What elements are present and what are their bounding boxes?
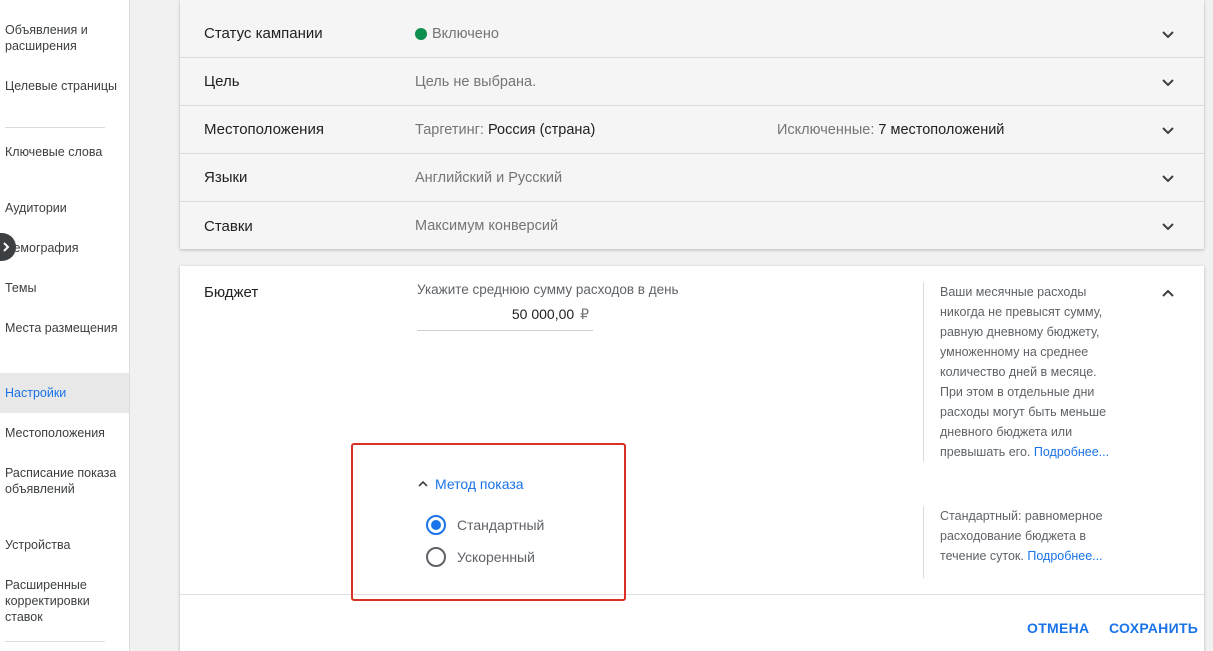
budget-help-text: Ваши месячные расходы никогда не превыся… [940, 285, 1107, 459]
chevron-down-icon[interactable] [1160, 122, 1176, 138]
sidebar-item-devices[interactable]: Устройства [0, 537, 129, 553]
settings-row-bids[interactable]: Ставки Максимум конверсий [180, 202, 1204, 250]
sidebar-item-topics[interactable]: Темы [0, 280, 129, 296]
excluded-count: 7 местоположений [878, 121, 1005, 138]
highlight-box [351, 443, 626, 601]
status-text: Включено [432, 25, 499, 42]
bids-value: Максимум конверсий [415, 218, 559, 234]
sidebar: Объявления и расширения Целевые страницы… [0, 0, 130, 651]
targeting-country: Россия (страна) [487, 121, 596, 138]
budget-learn-more-link[interactable]: Подробнее... [1034, 445, 1109, 459]
delivery-learn-more-link[interactable]: Подробнее... [1027, 549, 1102, 563]
sidebar-item-settings[interactable]: Настройки [0, 373, 129, 413]
excluded-label: Исключенные: [777, 121, 875, 138]
budget-title: Бюджет [204, 284, 259, 301]
chevron-down-icon[interactable] [1160, 218, 1176, 234]
budget-hint: Укажите среднюю сумму расходов в день [417, 282, 679, 297]
targeting-value: Таргетинг: Россия (страна) [415, 122, 595, 138]
sidebar-item-landing-pages[interactable]: Целевые страницы [0, 78, 129, 94]
sidebar-item-ads-extensions[interactable]: Объявления и расширения [0, 22, 129, 54]
cancel-button[interactable]: ОТМЕНА [1027, 620, 1089, 636]
row-label: Ставки [204, 217, 253, 235]
status-value: Включено [415, 26, 499, 42]
chevron-up-icon[interactable] [1160, 286, 1176, 302]
budget-help: Ваши месячные расходы никогда не превыся… [940, 282, 1120, 462]
status-dot-icon [415, 27, 427, 40]
campaign-settings-panel: Статус кампании Включено Цель Цель не вы… [180, 0, 1204, 249]
sidebar-divider [5, 641, 105, 642]
row-label: Языки [204, 169, 248, 186]
settings-row-locations[interactable]: Местоположения Таргетинг: Россия (страна… [180, 106, 1204, 154]
sidebar-item-bid-adjustments[interactable]: Расширенные корректировки ставок [0, 577, 129, 625]
sidebar-item-ad-schedule[interactable]: Расписание показа объявлений [0, 465, 129, 497]
sidebar-item-demographics[interactable]: Демография [0, 240, 129, 256]
sidebar-item-placements[interactable]: Места размещения [0, 320, 129, 336]
excluded-value: Исключенные: 7 местоположений [777, 122, 1004, 138]
currency-symbol: ₽ [580, 306, 589, 322]
targeting-label: Таргетинг: [415, 121, 484, 138]
goal-value: Цель не выбрана. [415, 73, 537, 90]
chevron-down-icon[interactable] [1160, 170, 1176, 186]
settings-row-goal[interactable]: Цель Цель не выбрана. [180, 58, 1204, 106]
budget-amount: 50 000,00 [511, 306, 575, 322]
footer-divider [180, 594, 1204, 595]
languages-value: Английский и Русский [415, 169, 563, 186]
chevron-down-icon[interactable] [1160, 26, 1176, 42]
row-label: Местоположения [204, 121, 324, 138]
settings-row-languages[interactable]: Языки Английский и Русский [180, 154, 1204, 202]
sidebar-item-locations[interactable]: Местоположения [0, 425, 129, 441]
delivery-help: Стандартный: равномерное расходование бю… [940, 506, 1120, 566]
chevron-right-icon [3, 242, 10, 252]
save-button[interactable]: СОХРАНИТЬ [1109, 620, 1198, 636]
row-label: Цель [204, 73, 240, 90]
sidebar-divider [5, 127, 105, 128]
row-label: Статус кампании [204, 25, 323, 42]
help-divider [923, 282, 924, 462]
chevron-down-icon[interactable] [1160, 74, 1176, 90]
help-divider [923, 506, 924, 578]
budget-panel: Бюджет Укажите среднюю сумму расходов в … [180, 266, 1204, 651]
settings-row-status[interactable]: Статус кампании Включено [180, 10, 1204, 58]
sidebar-item-keywords[interactable]: Ключевые слова [0, 144, 129, 160]
budget-amount-input[interactable]: 50 000,00 ₽ [417, 303, 593, 331]
sidebar-item-audiences[interactable]: Аудитории [0, 200, 129, 216]
